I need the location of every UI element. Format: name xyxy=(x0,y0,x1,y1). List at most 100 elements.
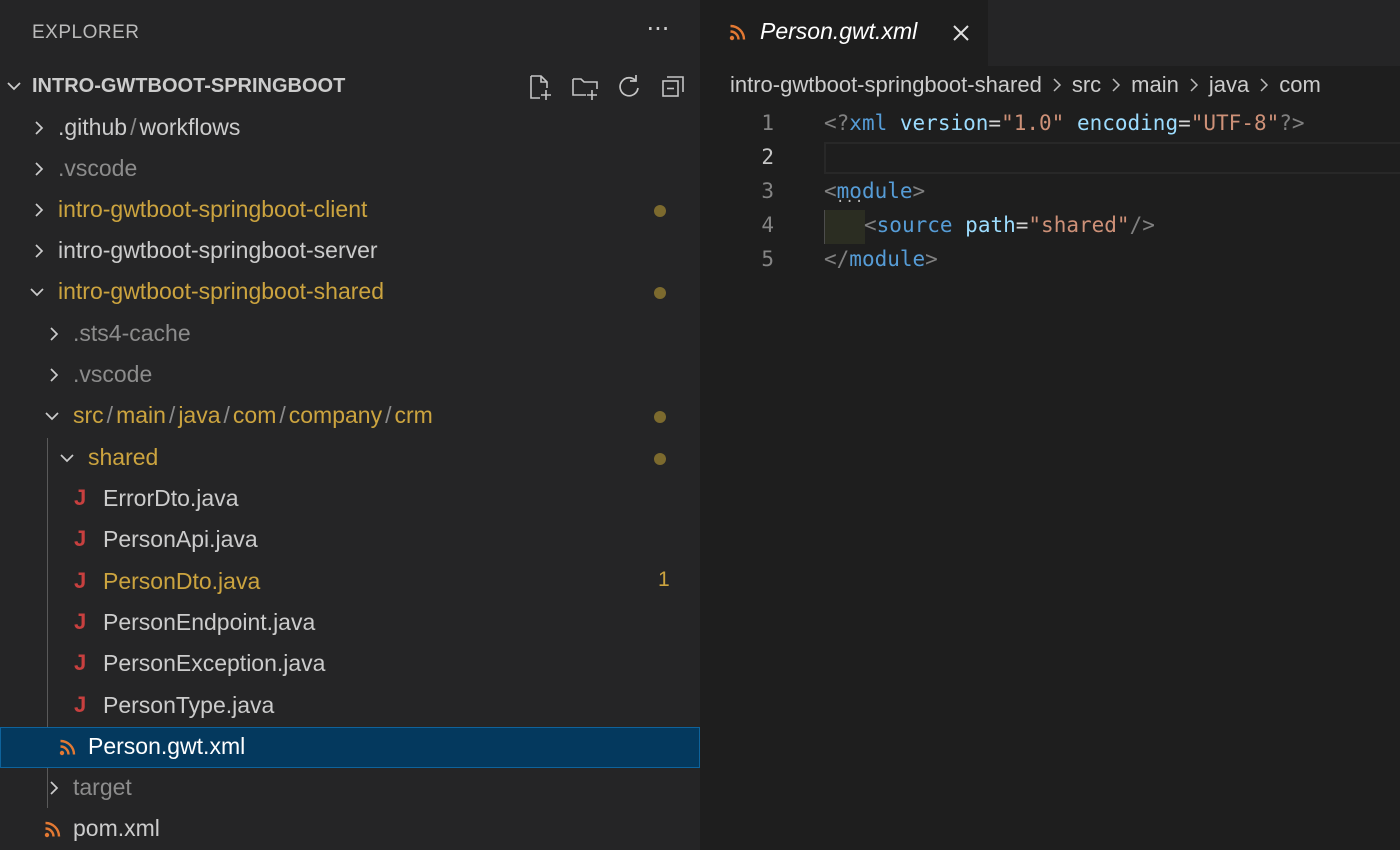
line-number: 4 xyxy=(761,213,774,237)
collapse-all-icon xyxy=(662,76,684,97)
tree-item-pom[interactable]: pom.xml xyxy=(0,809,700,850)
chevron-right-icon xyxy=(1053,78,1061,92)
xml-file-icon xyxy=(59,739,76,756)
code-text: <?xml version="1.0" encoding="UTF-8"?> xyxy=(824,111,1305,135)
tree-label: intro-gwtboot-springboot-shared xyxy=(58,278,385,304)
chevron-down-icon xyxy=(60,454,74,463)
workspace-section-header[interactable]: INTRO-GWTBOOT-SPRINGBOOT xyxy=(0,66,700,108)
editor-area: Person.gwt.xml intro-gwtboot-springboot-… xyxy=(700,0,1400,850)
breadcrumb-item[interactable]: com xyxy=(1279,72,1321,97)
java-file-icon: J xyxy=(74,650,87,675)
tree-label: ErrorDto.java xyxy=(103,485,239,511)
tree-label: intro-gwtboot-springboot-client xyxy=(58,196,368,222)
tree-item-file[interactable]: J PersonApi.java xyxy=(0,520,700,561)
line-number: 1 xyxy=(761,111,774,135)
tree-label: PersonDto.java xyxy=(103,568,261,594)
tree-label: PersonApi.java xyxy=(103,526,258,552)
tree-item-shared-package[interactable]: shared xyxy=(0,438,700,479)
line-number: 2 xyxy=(761,145,774,169)
chevron-right-icon xyxy=(50,368,59,382)
new-file-icon xyxy=(530,75,551,100)
tree-label: .vscode xyxy=(73,361,153,387)
tree-label: pom.xml xyxy=(73,815,160,841)
chevron-right-icon xyxy=(35,203,44,217)
chevron-right-icon xyxy=(1112,78,1121,92)
tree-item-shared-module[interactable]: intro-gwtboot-springboot-shared xyxy=(0,272,700,313)
new-folder-icon xyxy=(572,78,598,100)
tree-label: .sts4-cache xyxy=(73,320,191,346)
code-line-current: 2 xyxy=(700,142,1400,176)
java-file-icon: J xyxy=(74,609,87,634)
tree-item-file[interactable]: J PersonType.java xyxy=(0,686,700,727)
tree-label: PersonType.java xyxy=(103,692,275,718)
code-line: 4 <source path="shared"/> xyxy=(700,210,1400,244)
new-file-button[interactable] xyxy=(522,70,556,104)
breadcrumb-item[interactable]: main xyxy=(1131,72,1179,97)
chevron-right-icon xyxy=(35,244,44,258)
code-text: <source path="shared"/> xyxy=(864,213,1155,237)
breadcrumb-item[interactable]: java xyxy=(1209,72,1249,97)
breadcrumb-item[interactable]: src xyxy=(1072,72,1101,97)
line-number: 3 xyxy=(761,179,774,203)
tree-label: .github / workflows xyxy=(58,114,241,140)
tree-item-file[interactable]: J PersonException.java xyxy=(0,644,700,685)
collapse-all-button[interactable] xyxy=(656,70,690,104)
modified-indicator xyxy=(654,287,666,299)
breadcrumb-item[interactable]: intro-gwtboot-springboot-shared xyxy=(730,72,1042,97)
modified-indicator xyxy=(654,205,666,217)
chevron-right-icon xyxy=(50,327,59,341)
new-folder-button[interactable] xyxy=(568,70,602,104)
tree-item-server-module[interactable]: intro-gwtboot-springboot-server xyxy=(0,231,700,272)
folding-hint-icon[interactable]: ··· xyxy=(836,194,864,210)
java-file-icon: J xyxy=(74,692,87,717)
tree-item-github-workflows[interactable]: .github / workflows xyxy=(0,108,700,149)
chevron-right-icon xyxy=(1260,78,1269,92)
current-line-highlight xyxy=(824,142,1400,174)
workspace-title: INTRO-GWTBOOT-SPRINGBOOT xyxy=(32,75,346,97)
modified-indicator xyxy=(654,453,666,465)
tree-label: Person.gwt.xml xyxy=(88,733,246,759)
problem-count-badge: 1 xyxy=(658,568,670,591)
tree-item-vscode-shared[interactable]: .vscode xyxy=(0,355,700,396)
chevron-right-icon xyxy=(50,781,59,795)
tab-bar: Person.gwt.xml xyxy=(700,0,1400,66)
tree-label: target xyxy=(73,774,132,800)
chevron-down-icon xyxy=(7,82,21,91)
explorer-title: EXPLORER xyxy=(32,22,140,43)
code-line: 5 </module> xyxy=(700,244,1400,278)
tree-item-file[interactable]: J PersonEndpoint.java xyxy=(0,603,700,644)
modified-indicator xyxy=(654,411,666,423)
chevron-down-icon xyxy=(45,412,59,421)
explorer-header: EXPLORER ··· xyxy=(0,0,700,66)
tree-label: shared xyxy=(88,444,159,470)
tab-person-gwt-xml[interactable]: Person.gwt.xml xyxy=(700,0,988,66)
code-line: 1 <?xml version="1.0" encoding="UTF-8"?> xyxy=(700,108,1400,142)
explorer-sidebar: EXPLORER ··· INTRO-GWTBOOT-SPRINGBOOT .g… xyxy=(0,0,700,850)
code-line: 3 <module> ··· xyxy=(700,176,1400,210)
refresh-button[interactable] xyxy=(612,70,646,104)
chevron-down-icon xyxy=(30,288,44,297)
xml-file-icon xyxy=(44,821,61,838)
tab-label: Person.gwt.xml xyxy=(760,18,918,44)
more-actions-icon[interactable]: ··· xyxy=(640,14,676,50)
breadcrumb: intro-gwtboot-springboot-shared src main ja… xyxy=(730,72,1321,104)
tree-item-client-module[interactable]: intro-gwtboot-springboot-client xyxy=(0,190,700,231)
tree-item-vscode[interactable]: .vscode xyxy=(0,149,700,190)
chevron-right-icon xyxy=(1190,78,1198,92)
tree-item-file[interactable]: J ErrorDto.java xyxy=(0,479,700,520)
tree-item-src-path[interactable]: src / main / java / com / company / crm xyxy=(0,396,700,437)
line-number: 5 xyxy=(761,247,774,271)
tree-item-target[interactable]: target xyxy=(0,768,700,809)
close-icon[interactable] xyxy=(948,20,974,46)
tree-item-sts4-cache[interactable]: .sts4-cache xyxy=(0,314,700,355)
code-text: </module> xyxy=(824,247,938,271)
java-file-icon: J xyxy=(74,568,87,593)
tree-item-gwt-xml[interactable]: Person.gwt.xml xyxy=(0,727,700,768)
tree-label: PersonException.java xyxy=(103,650,326,676)
tree-item-file[interactable]: J PersonDto.java 1 xyxy=(0,562,700,603)
tree-label: intro-gwtboot-springboot-server xyxy=(58,237,378,263)
chevron-right-icon xyxy=(35,121,44,135)
java-file-icon: J xyxy=(74,485,87,510)
chevron-right-icon xyxy=(35,162,44,176)
tree-label: src / main / java / com / company / crm xyxy=(73,402,433,428)
